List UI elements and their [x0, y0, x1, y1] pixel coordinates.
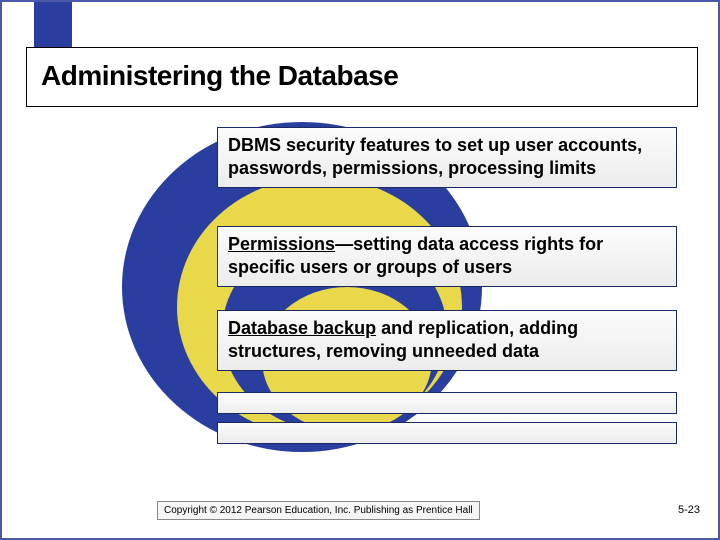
bullet-4-empty [217, 392, 677, 414]
bullet-underline: Permissions [228, 234, 335, 254]
bullet-2: Permissions—setting data access rights f… [217, 226, 677, 287]
bullet-5-empty [217, 422, 677, 444]
page-number: 5-23 [678, 504, 700, 516]
bullet-3: Database backup and replication, adding … [217, 310, 677, 371]
bullet-1: DBMS security features to set up user ac… [217, 127, 677, 188]
slide-title: Administering the Database [41, 60, 683, 92]
bullet-underline: Database backup [228, 318, 376, 338]
bullet-text: DBMS security features to set up user ac… [228, 135, 642, 178]
copyright: Copyright © 2012 Pearson Education, Inc.… [157, 501, 480, 520]
title-box: Administering the Database [26, 47, 698, 107]
slide: Administering the Database DBMS security… [0, 0, 720, 540]
